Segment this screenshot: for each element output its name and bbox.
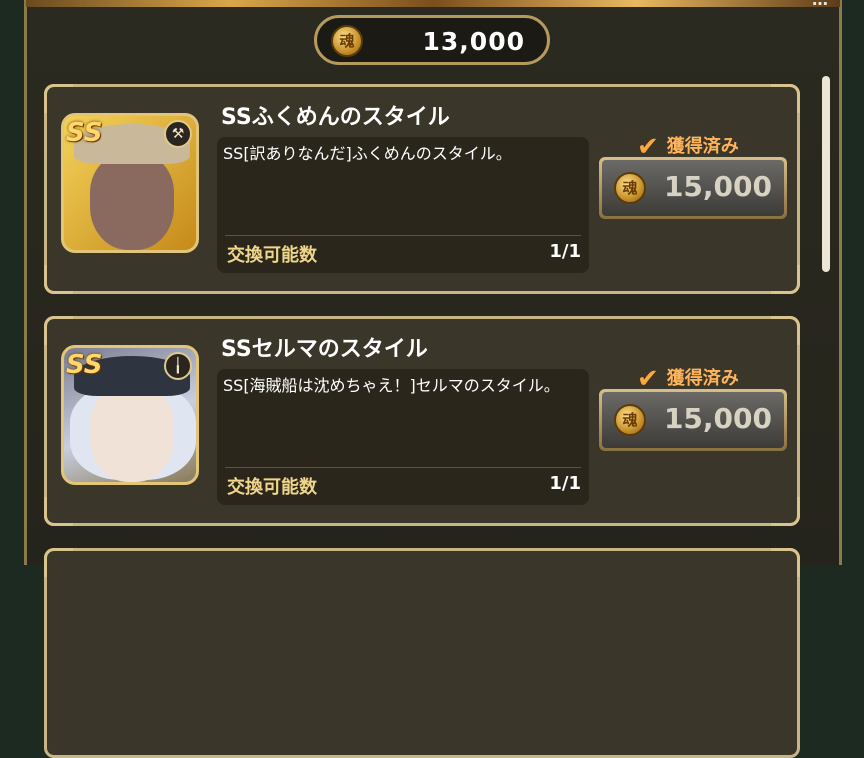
divider xyxy=(225,467,581,468)
ornament-corner xyxy=(44,265,73,294)
exchange-button-face: 魂 15,000 xyxy=(602,392,784,448)
item-description-box: SS[訳ありなんだ]ふくめんのスタイル。 交換可能数 1/1 xyxy=(217,137,589,273)
ornament-corner xyxy=(44,84,73,113)
ornament-corner xyxy=(771,548,800,577)
item-description: SS[海賊船は沈めちゃえ！]セルマのスタイル。 xyxy=(223,376,560,395)
item-name: SSふくめんのスタイル xyxy=(221,105,450,130)
ornament-corner xyxy=(771,316,800,345)
portrait-face xyxy=(90,386,174,482)
acquired-label: 獲得済み xyxy=(666,368,739,389)
ornament-corner xyxy=(771,84,800,113)
item-description-box: SS[海賊船は沈めちゃえ！]セルマのスタイル。 交換可能数 1/1 xyxy=(217,369,589,505)
shop-item-card: SS ╽ SSセルマのスタイル SS[海賊船は沈めちゃえ！]セルマのスタイル。 … xyxy=(44,316,800,526)
top-banner-text: … xyxy=(812,0,828,9)
divider xyxy=(225,235,581,236)
currency-balance: 魂 13,000 xyxy=(314,15,550,65)
hammer-icon: ⚒ xyxy=(164,120,192,148)
top-banner-art xyxy=(26,0,840,7)
ornament-corner xyxy=(771,497,800,526)
exchange-limit-count: 1/1 xyxy=(549,473,581,494)
acquired-status: ✔ 獲得済み xyxy=(637,361,739,394)
rarity-badge: SS xyxy=(66,118,103,148)
soul-coin-icon: 魂 xyxy=(614,172,646,204)
item-description: SS[訳ありなんだ]ふくめんのスタイル。 xyxy=(223,144,512,163)
soul-coin-icon: 魂 xyxy=(614,404,646,436)
character-portrait[interactable]: SS ⚒ xyxy=(61,113,199,253)
portrait-face xyxy=(90,154,174,250)
exchange-button[interactable]: 魂 15,000 xyxy=(599,389,787,451)
staff-icon: ╽ xyxy=(164,352,192,380)
exchange-limit-count: 1/1 xyxy=(549,241,581,262)
soul-coin-icon: 魂 xyxy=(331,25,363,57)
ornament-corner xyxy=(44,548,73,577)
scrollbar-thumb[interactable] xyxy=(822,76,830,272)
ornament-corner xyxy=(44,497,73,526)
balance-amount: 13,000 xyxy=(422,27,525,56)
rarity-badge: SS xyxy=(66,350,103,380)
exchange-button[interactable]: 魂 15,000 xyxy=(599,157,787,219)
character-portrait[interactable]: SS ╽ xyxy=(61,345,199,485)
acquired-label: 獲得済み xyxy=(666,136,739,157)
ornament-corner xyxy=(44,316,73,345)
exchange-button-face: 魂 15,000 xyxy=(602,160,784,216)
acquired-status: ✔ 獲得済み xyxy=(637,129,739,162)
price-value: 15,000 xyxy=(663,402,772,435)
item-name: SSセルマのスタイル xyxy=(221,337,428,362)
shop-item-card: SS ⚒ SSふくめんのスタイル SS[訳ありなんだ]ふくめんのスタイル。 交換… xyxy=(44,84,800,294)
scrollbar[interactable] xyxy=(821,76,831,565)
exchange-limit-label: 交換可能数 xyxy=(227,477,317,498)
shop-item-card xyxy=(44,548,800,758)
ornament-corner xyxy=(771,265,800,294)
exchange-limit-label: 交換可能数 xyxy=(227,245,317,266)
price-value: 15,000 xyxy=(663,170,772,203)
